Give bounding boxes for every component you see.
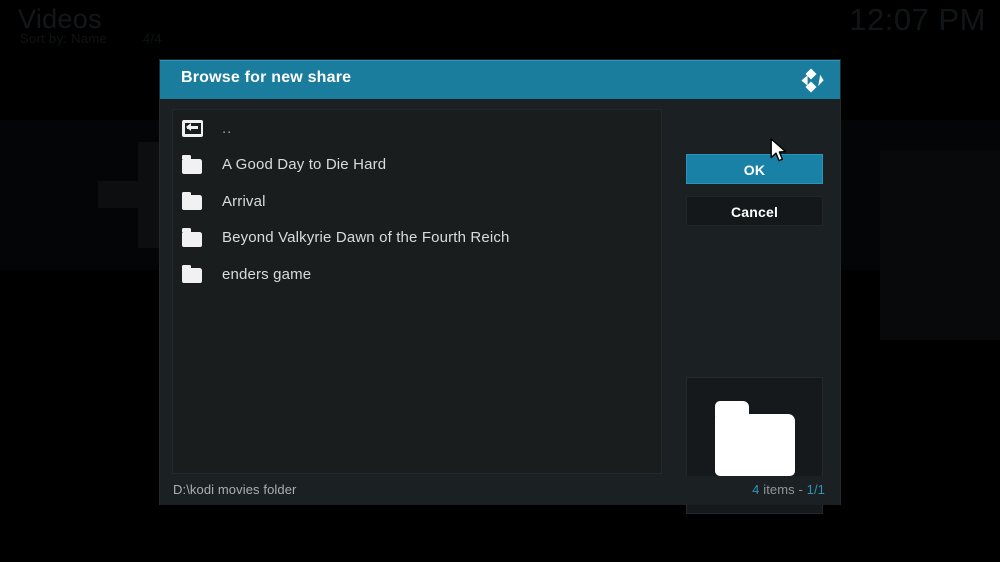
dialog-status-bar: D:\kodi movies folder 4 items - 1/1 <box>160 476 840 505</box>
background-poster <box>98 181 146 208</box>
folder-icon <box>182 155 204 174</box>
current-path-label: D:\kodi movies folder <box>173 482 297 497</box>
folder-icon <box>715 401 795 476</box>
background-poster <box>880 150 1000 340</box>
parent-directory-icon <box>182 119 204 138</box>
background-clock: 12:07 PM <box>849 2 986 37</box>
list-item-label: A Good Day to Die Hard <box>222 156 387 174</box>
background-item-count: 4/4 <box>142 31 162 46</box>
item-count-label: 4 items - 1/1 <box>752 482 825 497</box>
dialog-button-column: OK Cancel <box>686 154 823 226</box>
list-item[interactable]: enders game <box>173 256 661 293</box>
item-count-number: 4 <box>752 482 760 497</box>
list-item-label: enders game <box>222 265 312 283</box>
list-item[interactable]: .. <box>173 110 661 147</box>
item-count-text: items - <box>759 482 807 497</box>
list-item[interactable]: Beyond Valkyrie Dawn of the Fourth Reich <box>173 220 661 257</box>
dialog-body: .. A Good Day to Die Hard Arrival Beyond… <box>160 99 840 514</box>
list-item[interactable]: A Good Day to Die Hard <box>173 147 661 184</box>
dialog-title: Browse for new share <box>181 69 352 86</box>
list-item-label: .. <box>222 119 233 137</box>
list-item-label: Arrival <box>222 192 266 210</box>
cancel-button[interactable]: Cancel <box>686 196 823 226</box>
list-item-label: Beyond Valkyrie Dawn of the Fourth Reich <box>222 229 510 247</box>
page-indicator: 1/1 <box>806 482 825 497</box>
folder-icon <box>182 264 204 284</box>
background-sort-label: Sort by: Name 4/4 <box>20 31 162 46</box>
background-sort-text: Sort by: Name <box>20 31 107 46</box>
list-item[interactable]: Arrival <box>173 183 661 220</box>
folder-icon <box>182 191 204 211</box>
dialog-titlebar: Browse for new share <box>160 60 840 99</box>
kodi-logo-icon <box>798 68 824 93</box>
folder-icon <box>182 228 204 247</box>
browse-for-new-share-dialog: Browse for new share .. A Good Day to Di… <box>160 60 840 514</box>
file-list[interactable]: .. A Good Day to Die Hard Arrival Beyond… <box>172 109 662 474</box>
ok-button[interactable]: OK <box>686 154 823 184</box>
